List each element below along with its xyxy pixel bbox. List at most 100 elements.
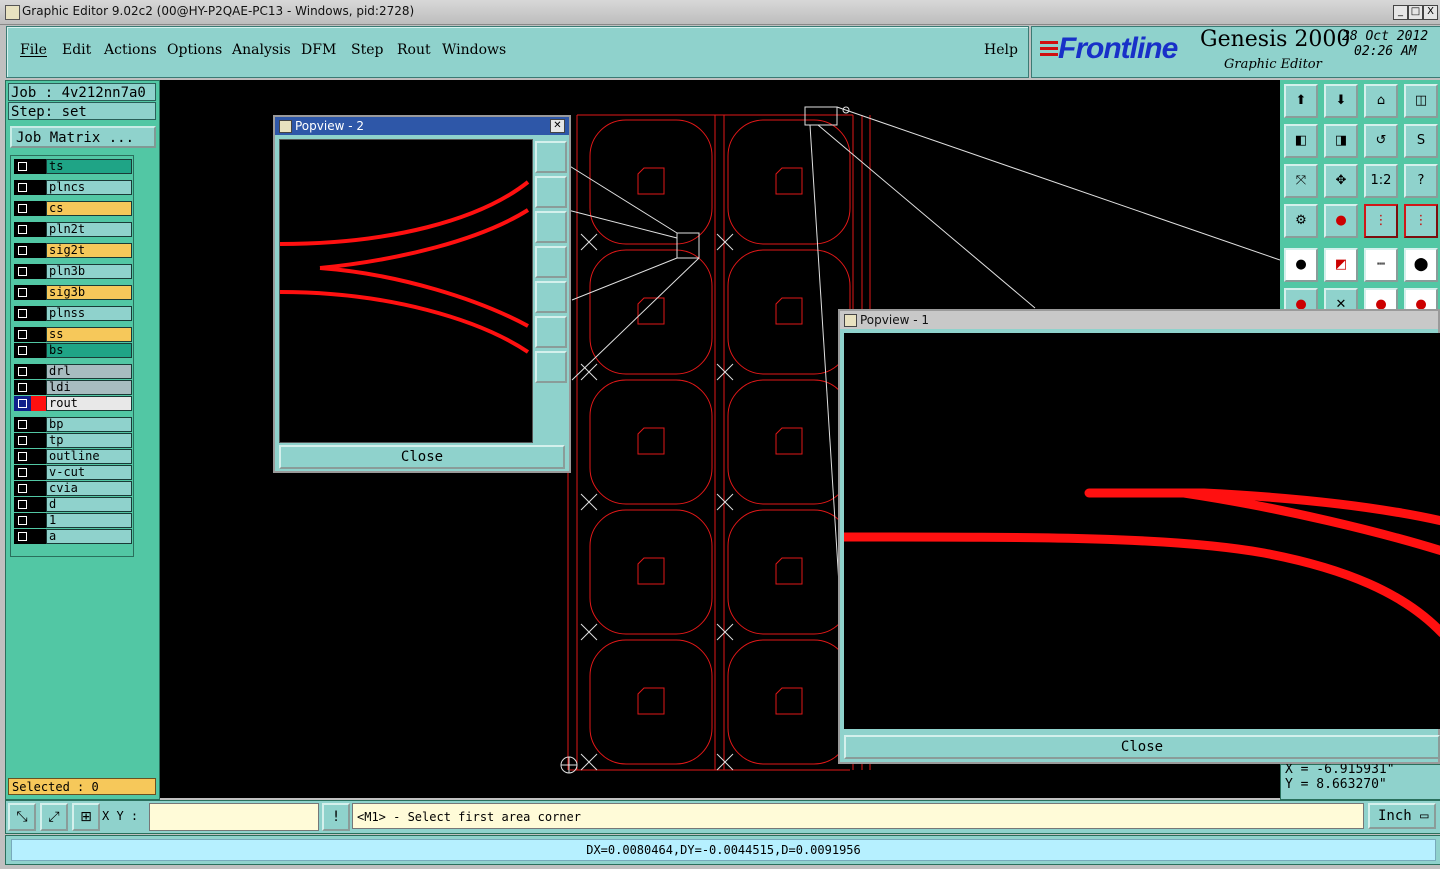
dot-icon[interactable]: ⬤ [1404,248,1438,282]
layer-checkbox[interactable] [14,513,31,528]
layer-checkbox[interactable] [14,222,31,237]
layer-name[interactable]: ss [46,327,132,342]
layer-name[interactable]: ts [46,159,132,174]
layer-checkbox[interactable] [14,380,31,395]
popview-2-close-button[interactable]: Close [279,445,565,469]
layer-name[interactable]: drl [46,364,132,379]
xy-input[interactable] [149,803,319,831]
units-dropdown[interactable]: Inch ▭ [1368,803,1436,829]
layer-name[interactable]: plncs [46,180,132,195]
area-select-icon[interactable]: ⤡ [8,803,36,831]
menu-file[interactable]: File [20,42,47,58]
layer-row-v-cut[interactable]: v-cut [14,465,134,480]
layer-row-outline[interactable]: outline [14,449,134,464]
layer-checkbox[interactable] [14,529,31,544]
layer-row-ts[interactable]: ts [14,159,134,174]
redraw-icon[interactable]: ↺ [1364,124,1398,158]
alert-icon[interactable]: ! [322,803,350,831]
layer-checkbox[interactable] [14,449,31,464]
help-icon[interactable]: ? [1404,164,1438,198]
close-window-button[interactable]: X [1423,5,1438,20]
layer-row-tp[interactable]: tp [14,433,134,448]
layer-checkbox[interactable] [14,364,31,379]
snap-icon[interactable]: S [1404,124,1438,158]
layer-name[interactable]: sig3b [46,285,132,300]
pan-right-icon[interactable]: ◨ [1324,124,1358,158]
layer-checkbox[interactable] [14,201,31,216]
grid-icon[interactable]: ⊞ [72,803,100,831]
layer-row-bp[interactable]: bp [14,417,134,432]
zoom-back-icon[interactable]: ⬇ [1324,84,1358,118]
layer-name[interactable]: rout [46,396,132,411]
menu-windows[interactable]: Windows [442,42,506,58]
layer-row-cs[interactable]: cs [14,201,134,216]
layer-row-plnss[interactable]: plnss [14,306,134,321]
layer-name[interactable]: 1 [46,513,132,528]
layer-checkbox[interactable] [14,396,31,411]
popview-2-zoom-icon[interactable] [535,141,567,173]
layer-checkbox[interactable] [14,343,31,358]
layer-name[interactable]: plnss [46,306,132,321]
layer-name[interactable]: d [46,497,132,512]
popview-2-viewport[interactable] [279,139,533,443]
layer-name[interactable]: v-cut [46,465,132,480]
menu-dfm[interactable]: DFM [301,42,336,58]
menu-options[interactable]: Options [167,42,222,58]
popview-2-close-icon[interactable]: ✕ [550,119,565,133]
minimize-button[interactable]: _ [1393,5,1408,20]
layer-checkbox[interactable] [14,264,31,279]
menu-rout[interactable]: Rout [397,42,431,58]
menu-actions[interactable]: Actions [104,42,157,58]
menu-analysis[interactable]: Analysis [232,42,291,58]
layer-checkbox[interactable] [14,465,31,480]
popview-2-fit-icon[interactable] [535,316,567,348]
window-icon[interactable]: ◫ [1404,84,1438,118]
menu-edit[interactable]: Edit [62,42,91,58]
layer-name[interactable]: outline [46,449,132,464]
measure-tool-icon[interactable]: ⚙ [1284,204,1318,238]
zoom-in-icon[interactable]: ✥ [1324,164,1358,198]
zoom-home-icon[interactable]: ⬆ [1284,84,1318,118]
job-matrix-button[interactable]: Job Matrix ... [10,126,156,148]
pin-icon[interactable]: ● [1324,204,1358,238]
fit-screen-icon[interactable]: ⤧ [1284,164,1318,198]
layer-name[interactable]: bp [46,417,132,432]
layer-checkbox[interactable] [14,180,31,195]
layer-checkbox[interactable] [14,285,31,300]
layer-checkbox[interactable] [14,417,31,432]
layer-checkbox[interactable] [14,243,31,258]
layer-row-pln3b[interactable]: pln3b [14,264,134,279]
menu-help[interactable]: Help [984,42,1018,58]
layer-top-icon[interactable]: ⋮ [1364,204,1398,238]
layer-row-plncs[interactable]: plncs [14,180,134,195]
cross-select-icon[interactable]: ⤢ [40,803,68,831]
layer-row-drl[interactable]: drl [14,364,134,379]
layer-name[interactable]: pln3b [46,264,132,279]
ruler-icon[interactable]: ┉ [1364,248,1398,282]
layer-row-rout[interactable]: rout [14,396,134,411]
layer-checkbox[interactable] [14,306,31,321]
layer-row-ss[interactable]: ss [14,327,134,342]
layer-name[interactable]: ldi [46,380,132,395]
pad-select-icon[interactable]: ● [1284,248,1318,282]
popview-1-close-button[interactable]: Close [844,735,1440,759]
layer-name[interactable]: pln2t [46,222,132,237]
layer-name[interactable]: sig2t [46,243,132,258]
home-view-icon[interactable]: ⌂ [1364,84,1398,118]
popview-2-left-icon[interactable] [535,246,567,278]
layer-name[interactable]: a [46,529,132,544]
layer-checkbox[interactable] [14,433,31,448]
layer-row-bs[interactable]: bs [14,343,134,358]
layer-row-sig3b[interactable]: sig3b [14,285,134,300]
menu-step[interactable]: Step [351,42,383,58]
layer-row-ldi[interactable]: ldi [14,380,134,395]
layer-name[interactable]: cvia [46,481,132,496]
layer-bottom-icon[interactable]: ⋮ [1404,204,1438,238]
layer-name[interactable]: cs [46,201,132,216]
layer-row-1[interactable]: 1 [14,513,134,528]
popview-2-up-icon[interactable] [535,176,567,208]
scale-1-2-icon[interactable]: 1:2 [1364,164,1398,198]
layer-name[interactable]: tp [46,433,132,448]
layer-checkbox[interactable] [14,327,31,342]
layer-name[interactable]: bs [46,343,132,358]
